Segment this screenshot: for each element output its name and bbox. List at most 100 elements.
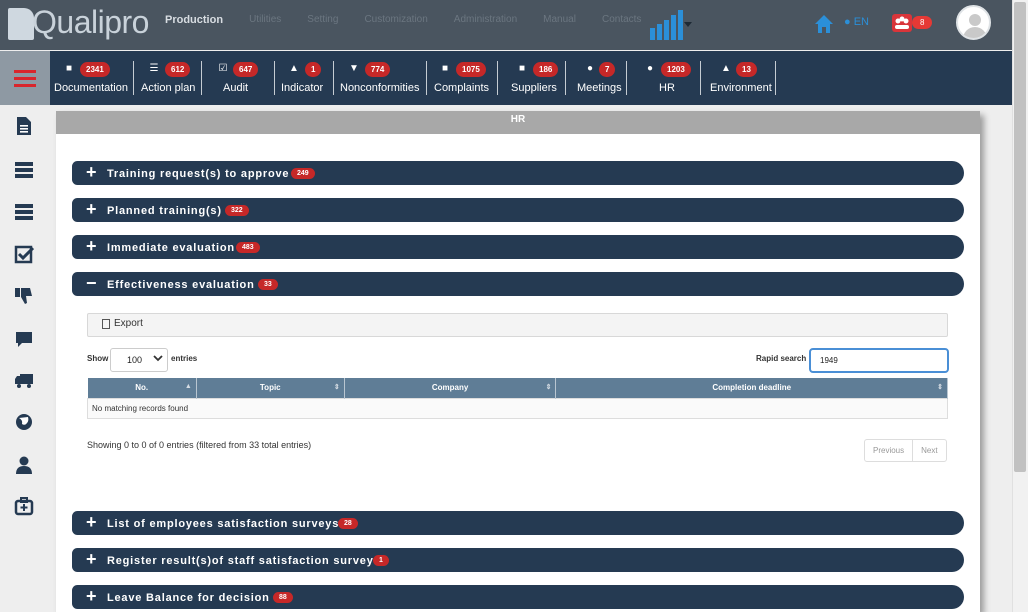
sidebar-documentation-file-icon[interactable] [14, 116, 34, 136]
module-count: 774 [365, 62, 391, 77]
module-label: Action plan [141, 82, 196, 94]
module-indicator[interactable]: ▲ 1 Indicator [281, 51, 331, 105]
module-label: Audit [223, 82, 249, 94]
nav-contacts[interactable]: Contacts [602, 14, 641, 26]
sidebar-server-icon[interactable] [14, 202, 34, 222]
entries-select[interactable]: 100 [110, 348, 168, 372]
nav-customization[interactable]: Customization [364, 14, 427, 26]
sidebar-action-plan-server-icon[interactable] [14, 160, 34, 180]
home-icon[interactable] [814, 14, 834, 34]
section-immediate-evaluation[interactable]: + Immediate evaluation 483 [72, 235, 964, 259]
sort-icon: ⇕ [937, 384, 943, 391]
section-staff-satisfaction-results[interactable]: + Register result(s)of staff satisfactio… [72, 548, 964, 572]
module-nonconformities[interactable]: ▼ 774 Nonconformities [340, 51, 420, 105]
nav-production[interactable]: Production [165, 14, 223, 26]
module-divider [626, 61, 627, 95]
module-audit[interactable]: ☑ 647 Audit [217, 51, 259, 105]
module-action-plan[interactable]: ☰ 612 Action plan [141, 51, 199, 105]
module-divider [700, 61, 701, 95]
column-header-no[interactable]: No. ▲ [87, 378, 197, 398]
avatar[interactable] [956, 5, 991, 40]
sidebar-nonconformities-thumbs-down-icon[interactable] [14, 286, 34, 306]
module-count: 7 [599, 62, 616, 77]
top-bar: Qualipro Production Utilities Setting Cu… [0, 0, 1012, 50]
nav-administration[interactable]: Administration [454, 14, 517, 26]
sidebar-hr-user-icon[interactable] [14, 455, 34, 475]
check-square-icon: ☑ [218, 63, 228, 74]
module-label: Indicator [281, 82, 324, 94]
export-label: Export [114, 318, 143, 329]
section-planned-trainings[interactable]: + Planned training(s) 322 [72, 198, 964, 222]
expand-plus-icon[interactable]: + [86, 237, 97, 255]
section-leave-balance[interactable]: + Leave Balance for decision 88 [72, 585, 964, 609]
user-icon: ● [646, 63, 654, 74]
section-count-badge: 249 [291, 168, 315, 179]
area-chart-icon: ▲ [289, 63, 299, 74]
rapid-search-input[interactable] [809, 348, 949, 373]
expand-plus-icon[interactable]: + [86, 550, 97, 568]
comment-icon: ■ [441, 63, 449, 74]
section-employees-satisfaction-surveys[interactable]: + List of employees satisfaction surveys… [72, 511, 964, 535]
logo-text: Qualipro [32, 4, 149, 40]
search-label: Rapid search [756, 354, 807, 363]
section-title: Immediate evaluation [107, 242, 235, 254]
section-title: Planned training(s) [107, 205, 222, 217]
chevron-down-icon [153, 355, 163, 362]
sidebar-suppliers-truck-icon[interactable] [14, 370, 34, 390]
nav-setting[interactable]: Setting [307, 14, 338, 26]
column-label: No. [135, 383, 149, 393]
section-count-badge: 322 [225, 205, 249, 216]
nav-utilities[interactable]: Utilities [249, 14, 281, 26]
module-divider [565, 61, 566, 95]
module-count: 647 [233, 62, 259, 77]
nav-manual[interactable]: Manual [543, 14, 576, 26]
module-bar: ■ 2341 Documentation ☰ 612 Action plan ☑… [50, 51, 1012, 105]
module-hr[interactable]: ● 1203 HR [644, 51, 692, 105]
module-divider [333, 61, 334, 95]
next-button[interactable]: Next [913, 440, 945, 461]
section-training-requests[interactable]: + Training request(s) to approve 249 [72, 161, 964, 185]
module-divider [274, 61, 275, 95]
section-count-badge: 88 [273, 592, 293, 603]
bar-chart-dropdown-icon[interactable] [650, 10, 692, 40]
column-label: Company [431, 383, 469, 393]
column-header-completion-deadline[interactable]: Completion deadline ⇕ [555, 378, 948, 398]
module-label: Suppliers [511, 82, 557, 94]
sidebar-complaints-comment-icon[interactable] [14, 329, 34, 349]
truck-icon: ■ [518, 63, 526, 74]
empty-message: No matching records found [87, 397, 948, 419]
module-count: 1 [305, 62, 322, 77]
language-selector[interactable]: ● EN [844, 16, 869, 28]
module-complaints[interactable]: ■ 1075 Complaints [434, 51, 494, 105]
module-meetings[interactable]: ● 7 Meetings [577, 51, 623, 105]
section-effectiveness-evaluation[interactable]: − Effectiveness evaluation 33 [72, 272, 964, 296]
module-count: 1075 [456, 62, 486, 77]
top-nav: Production Utilities Setting Customizati… [165, 14, 667, 26]
module-documentation[interactable]: ■ 2341 Documentation [54, 51, 130, 105]
menu-toggle-button[interactable] [0, 51, 50, 105]
column-header-company[interactable]: Company ⇕ [344, 378, 557, 398]
expand-plus-icon[interactable]: + [86, 587, 97, 605]
collapse-minus-icon[interactable]: − [86, 274, 97, 292]
column-header-topic[interactable]: Topic ⇕ [196, 378, 345, 398]
module-environment[interactable]: ▲ 13 Environment [710, 51, 772, 105]
hamburger-icon [14, 69, 36, 87]
expand-plus-icon[interactable]: + [86, 513, 97, 531]
column-label: Completion deadline [712, 383, 792, 393]
module-suppliers[interactable]: ■ 186 Suppliers [511, 51, 561, 105]
users-icon[interactable] [892, 14, 912, 32]
module-label: HR [659, 82, 675, 94]
sidebar-meetings-globe-icon[interactable] [14, 412, 34, 432]
panel-title: HR [56, 111, 980, 134]
hr-panel: HR + Training request(s) to approve 249 … [56, 111, 980, 612]
sort-asc-icon: ▲ [184, 383, 192, 390]
export-button[interactable]: Export [102, 318, 143, 329]
expand-plus-icon[interactable]: + [86, 163, 97, 181]
module-label: Complaints [434, 82, 490, 94]
scrollbar-thumb[interactable] [1014, 2, 1026, 472]
previous-button[interactable]: Previous [865, 440, 914, 461]
sidebar-audit-check-square-icon[interactable] [14, 245, 34, 265]
qualipro-logo[interactable]: Qualipro [8, 4, 158, 42]
sidebar-medkit-icon[interactable] [14, 496, 34, 516]
expand-plus-icon[interactable]: + [86, 200, 97, 218]
